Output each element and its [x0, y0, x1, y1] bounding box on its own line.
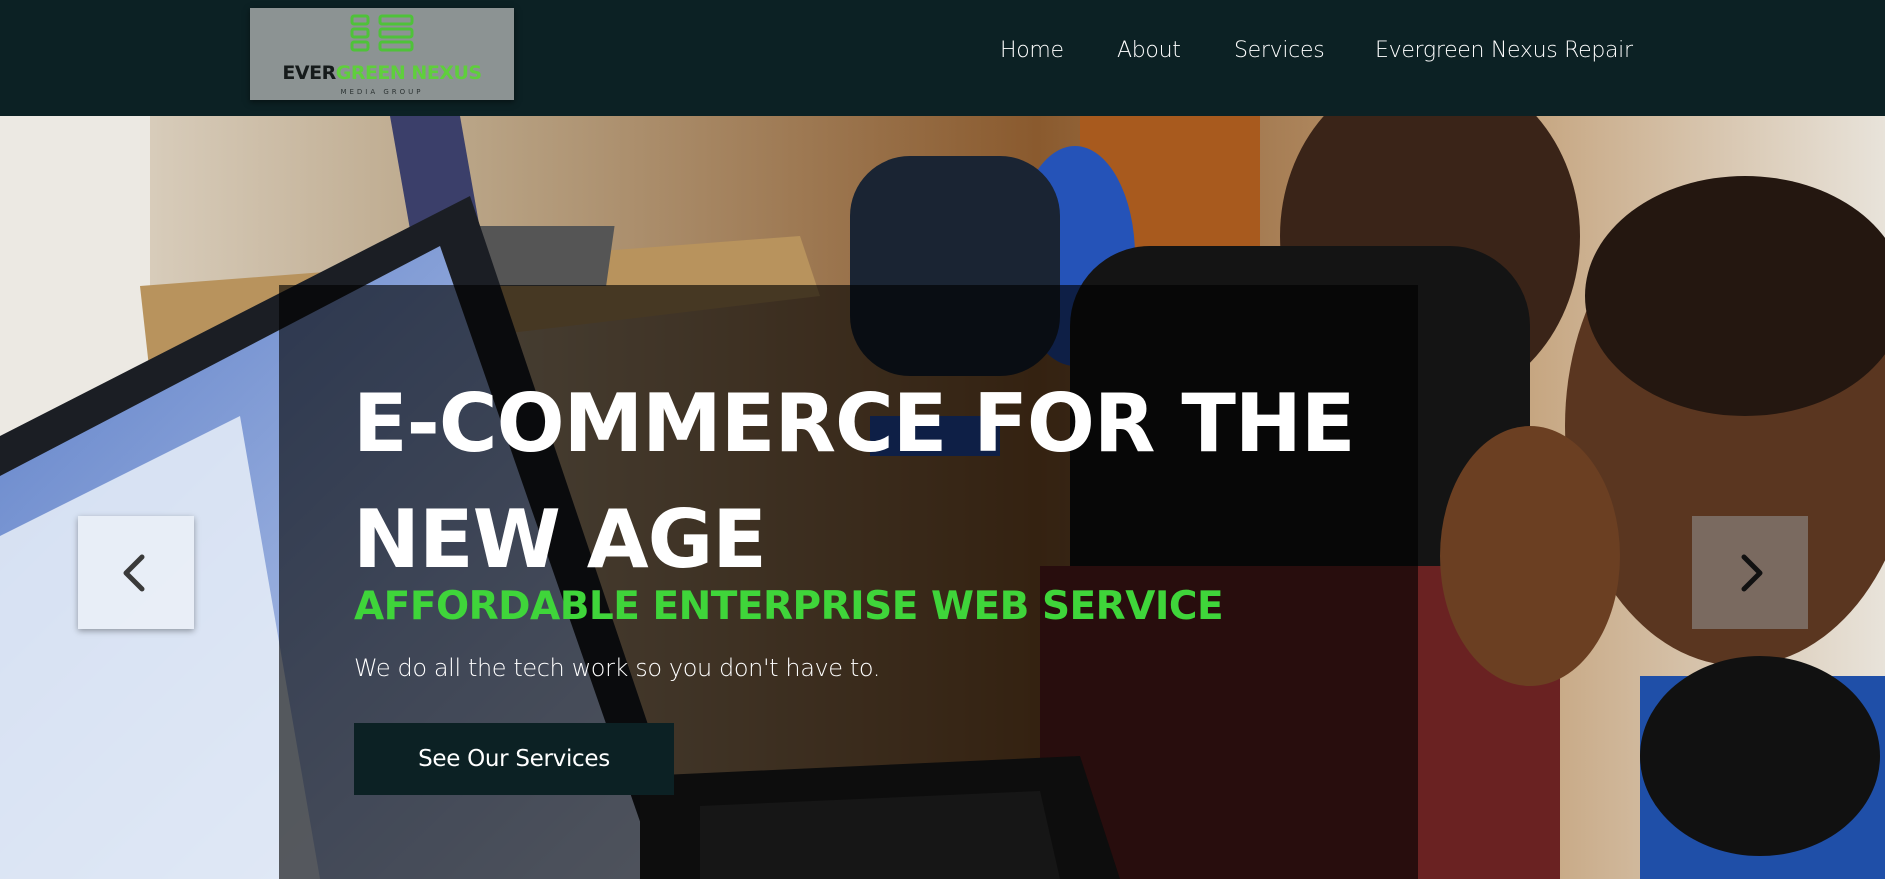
- slider-prev-button[interactable]: [78, 516, 194, 629]
- hero-slider: E-COMMERCE FOR THE NEW AGE AFFORDABLE EN…: [0, 116, 1885, 879]
- hero-tagline: AFFORDABLE ENTERPRISE WEB SERVICE: [354, 584, 1224, 629]
- logo-text-part2: GREEN NEXUS: [335, 62, 482, 84]
- chevron-right-icon: [1741, 554, 1763, 591]
- hero-headline: E-COMMERCE FOR THE NEW AGE: [353, 377, 1356, 586]
- logo-wordmark: EVERGREEN NEXUS: [250, 64, 514, 83]
- slider-next-button[interactable]: [1692, 516, 1808, 629]
- logo-subtitle: MEDIA GROUP: [340, 88, 424, 96]
- logo[interactable]: EVERGREEN NEXUS MEDIA GROUP: [250, 8, 514, 100]
- chevron-left-icon: [123, 554, 145, 591]
- nav-about-link[interactable]: About: [1117, 38, 1181, 63]
- hero-subtext: We do all the tech work so you don't hav…: [354, 654, 880, 682]
- logo-text-part1: EVER: [282, 62, 336, 84]
- nav-repair-link[interactable]: Evergreen Nexus Repair: [1375, 38, 1633, 63]
- see-our-services-button[interactable]: See Our Services: [354, 723, 674, 795]
- nav-services-link[interactable]: Services: [1234, 38, 1325, 63]
- stacked-servers-icon: [350, 14, 414, 52]
- nav-home-link[interactable]: Home: [1000, 38, 1064, 63]
- site-header: EVERGREEN NEXUS MEDIA GROUP Home About S…: [0, 0, 1885, 116]
